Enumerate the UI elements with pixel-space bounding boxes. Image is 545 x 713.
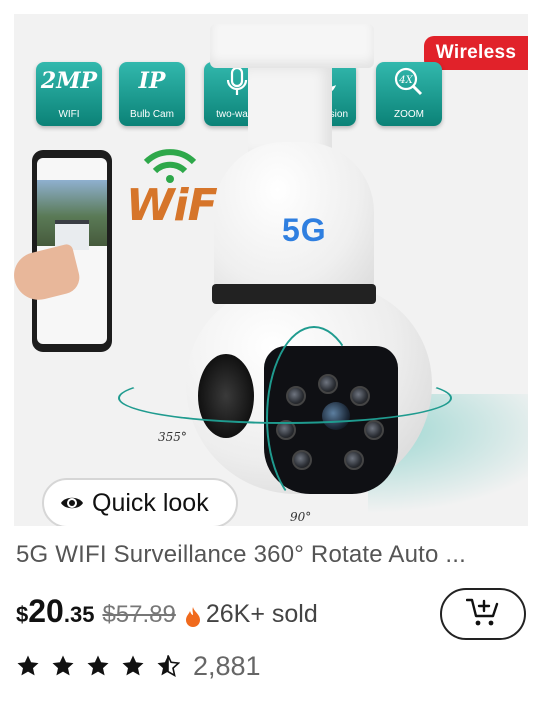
star-icon — [87, 655, 109, 676]
fire-icon — [184, 606, 202, 628]
product-card[interactable]: Wireless 2MP WIFI IP Bulb Cam two-ways v… — [0, 0, 545, 713]
price-whole: 20 — [28, 593, 64, 629]
tilt-arrow — [266, 326, 362, 510]
review-count: 2,881 — [193, 650, 261, 681]
feature-chip-2mp: 2MP WIFI — [36, 62, 102, 126]
price-cents: .35 — [63, 602, 95, 627]
ir-led — [364, 420, 384, 440]
rating-row[interactable]: 2,881 — [16, 648, 261, 684]
star-icon — [122, 655, 144, 676]
feature-chip-title: 2MP — [40, 68, 98, 94]
camera-mount — [210, 24, 374, 68]
star-icon — [17, 655, 39, 676]
current-price: $20.35 — [16, 593, 94, 630]
feature-chip-label: WIFI — [58, 109, 80, 120]
add-to-cart-icon — [465, 596, 500, 633]
sold-count: 26K+ sold — [205, 600, 318, 628]
star-icon — [52, 655, 74, 676]
add-to-cart-button[interactable] — [440, 588, 526, 640]
half-star-icon — [157, 655, 180, 677]
original-price: $57.89 — [102, 601, 176, 628]
quick-look-button[interactable]: Quick look — [42, 478, 238, 526]
price-row: $20.35 $57.89 26K+ sold — [16, 593, 318, 637]
rotation-label: 355° — [158, 430, 187, 444]
camera-illustration: 5G 355° 90° — [118, 14, 528, 526]
tilt-label: 90° — [290, 510, 312, 524]
phone-video-feed — [37, 180, 107, 250]
product-title[interactable]: 5G WIFI Surveillance 360° Rotate Auto ..… — [16, 541, 528, 575]
price-currency: $ — [16, 602, 29, 627]
eye-icon — [60, 491, 84, 515]
model-label: 5G — [282, 212, 327, 248]
product-image[interactable]: Wireless 2MP WIFI IP Bulb Cam two-ways v… — [14, 14, 528, 526]
quick-look-label: Quick look — [92, 488, 209, 517]
camera-ring — [212, 284, 376, 304]
